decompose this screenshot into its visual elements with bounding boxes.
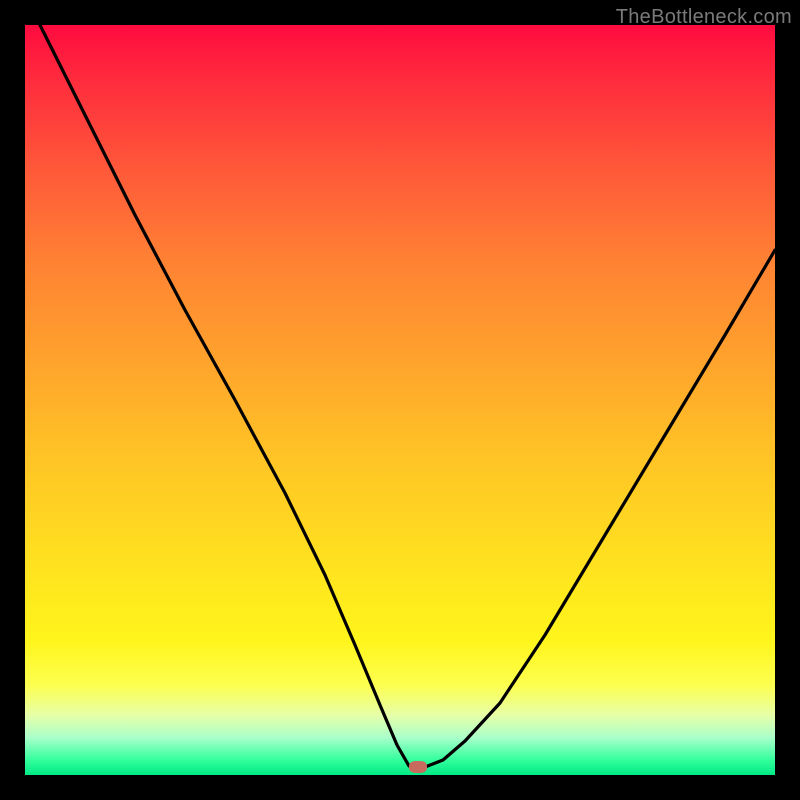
chart-frame: TheBottleneck.com — [0, 0, 800, 800]
chart-plot-area — [25, 25, 775, 775]
optimal-point-marker — [409, 761, 427, 773]
bottleneck-curve — [25, 25, 775, 775]
watermark-text: TheBottleneck.com — [616, 6, 792, 29]
